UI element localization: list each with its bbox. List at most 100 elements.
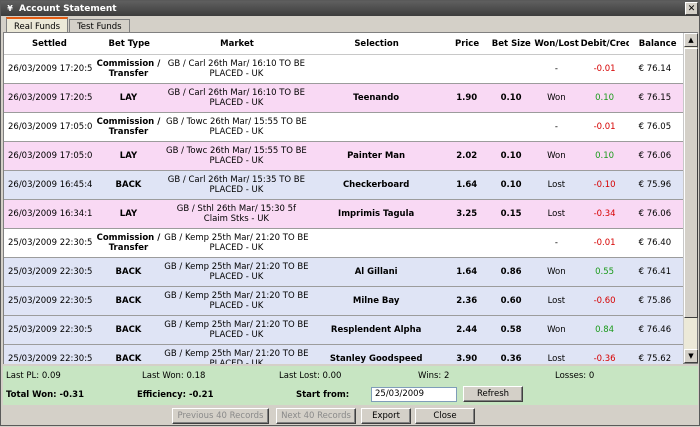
cell-price: 2.44: [456, 325, 478, 335]
last-pl: Last PL: 0.09: [6, 371, 61, 381]
cell-bet-size: 0.15: [500, 209, 522, 219]
table-row[interactable]: 25/03/2009 22:30:59 BACK GB / Kemp 25th Ma…: [4, 258, 683, 287]
cell-selection: Milne Bay: [352, 296, 400, 306]
cell-price: 3.25: [456, 209, 478, 219]
cell-bet-type: BACK: [115, 267, 142, 277]
cell-bet-type: Commission / Transfer: [96, 233, 161, 253]
table-row[interactable]: 26/03/2009 16:34:10 LAY GB / Sthl 26th Mar…: [4, 200, 683, 229]
cell-bet-type: Commission / Transfer: [96, 117, 161, 137]
cell-price: 1.64: [456, 180, 478, 190]
cell-debit-credit: -0.36: [593, 354, 616, 364]
cell-won-lost: -: [554, 64, 558, 74]
table-body: 26/03/2009 17:20:56 Commission / Transfer…: [4, 55, 683, 364]
cell-settled: 26/03/2009 17:20:56: [8, 64, 93, 74]
account-statement-window: ¥ Account Statement ✕ Real Funds Test Fu…: [0, 0, 700, 426]
cell-market: GB / Sthl 26th Mar/ 15:30 5f Claim Stks …: [176, 204, 297, 224]
cell-won-lost: Lost: [547, 354, 566, 364]
cell-bet-size: 0.10: [500, 151, 522, 161]
cell-won-lost: Won: [547, 151, 566, 161]
table-row[interactable]: 25/03/2009 22:30:59 BACK GB / Kemp 25th Ma…: [4, 287, 683, 316]
cell-debit-credit: 0.10: [595, 151, 615, 161]
scroll-thumb[interactable]: [684, 48, 698, 318]
window-title: Account Statement: [19, 3, 117, 14]
table-row[interactable]: 26/03/2009 17:05:06 Commission / Transfer…: [4, 113, 683, 142]
col-bet-type[interactable]: Bet Type: [94, 39, 165, 49]
cell-debit-credit: -0.01: [593, 238, 616, 248]
previous-records-button[interactable]: Previous 40 Records: [172, 408, 269, 424]
cell-bet-type: LAY: [119, 93, 138, 103]
summary-panel: Last PL: 0.09 Last Won: 0.18 Last Lost: …: [3, 366, 698, 405]
tab-real-funds[interactable]: Real Funds: [6, 17, 69, 33]
cell-bet-size: 0.58: [500, 325, 522, 335]
table-row[interactable]: 25/03/2009 22:30:59 BACK GB / Kemp 25th Ma…: [4, 316, 683, 345]
cell-debit-credit: 0.55: [595, 267, 615, 277]
cell-market: GB / Kemp 25th Mar/ 21:20 TO BE PLACED -…: [164, 233, 309, 253]
cell-settled: 26/03/2009 17:05:06: [8, 122, 93, 132]
cell-debit-credit: -0.60: [593, 296, 616, 306]
cell-balance: € 75.86: [638, 296, 672, 306]
tab-test-funds[interactable]: Test Funds: [69, 19, 130, 33]
col-settled[interactable]: Settled: [4, 39, 94, 49]
cell-settled: 25/03/2009 22:30:59: [8, 354, 93, 364]
refresh-button[interactable]: Refresh: [463, 386, 523, 402]
cell-balance: € 76.41: [638, 267, 672, 277]
cell-debit-credit: 0.84: [595, 325, 615, 335]
cell-balance: € 76.14: [638, 64, 672, 74]
cell-balance: € 75.96: [638, 180, 672, 190]
cell-market: GB / Towc 26th Mar/ 15:55 TO BE PLACED -…: [166, 146, 307, 166]
col-price[interactable]: Price: [444, 39, 490, 49]
start-date-field[interactable]: 25/03/2009: [371, 387, 457, 402]
cell-bet-type: BACK: [115, 296, 142, 306]
scroll-down-icon[interactable]: ▼: [684, 349, 698, 363]
table-row[interactable]: 26/03/2009 17:20:56 LAY GB / Carl 26th Mar…: [4, 84, 683, 113]
cell-bet-type: LAY: [119, 151, 138, 161]
cell-won-lost: Lost: [547, 180, 566, 190]
cell-settled: 25/03/2009 22:30:59: [8, 238, 93, 248]
cell-selection: Checkerboard: [342, 180, 410, 190]
export-button[interactable]: Export: [361, 408, 411, 424]
cell-bet-type: BACK: [115, 180, 142, 190]
cell-won-lost: Won: [547, 325, 566, 335]
cell-settled: 26/03/2009 16:34:10: [8, 209, 93, 219]
table-row[interactable]: 26/03/2009 17:05:06 LAY GB / Towc 26th Mar…: [4, 142, 683, 171]
cell-debit-credit: -0.01: [593, 64, 616, 74]
table-header: Settled Bet Type Market Selection Price …: [4, 33, 683, 55]
col-won-lost[interactable]: Won/Lost: [532, 39, 580, 49]
cell-settled: 25/03/2009 22:30:59: [8, 296, 93, 306]
col-debit-credit[interactable]: Debit/Credit: [581, 39, 629, 49]
cell-market: GB / Carl 26th Mar/ 16:10 TO BE PLACED -…: [167, 88, 306, 108]
cell-market: GB / Kemp 25th Mar/ 21:20 TO BE PLACED -…: [164, 262, 309, 282]
cell-balance: € 76.40: [638, 238, 672, 248]
table-row[interactable]: 25/03/2009 22:30:59 BACK GB / Kemp 25th Ma…: [4, 345, 683, 364]
cell-balance: € 76.06: [638, 209, 672, 219]
table-row[interactable]: 25/03/2009 22:30:59 Commission / Transfer…: [4, 229, 683, 258]
cell-won-lost: -: [554, 122, 558, 132]
vertical-scrollbar[interactable]: ▲ ▼: [683, 33, 698, 363]
cell-bet-size: 0.86: [500, 267, 522, 277]
cell-market: GB / Kemp 25th Mar/ 21:20 TO BE PLACED -…: [164, 291, 309, 311]
funds-tabs: Real Funds Test Funds: [6, 17, 131, 33]
col-bet-size[interactable]: Bet Size: [490, 39, 532, 49]
cell-debit-credit: -0.01: [593, 122, 616, 132]
cell-bet-type: LAY: [119, 209, 138, 219]
efficiency: Efficiency: -0.21: [137, 390, 214, 400]
chevron-down-icon[interactable]: ¥: [4, 4, 16, 13]
next-records-button[interactable]: Next 40 Records: [276, 408, 356, 424]
close-button[interactable]: Close: [415, 408, 475, 424]
start-from-label: Start from:: [296, 390, 350, 400]
cell-balance: € 76.15: [638, 93, 672, 103]
close-window-button[interactable]: ✕: [685, 2, 698, 15]
cell-selection: Teenando: [353, 93, 400, 103]
statement-table: Settled Bet Type Market Selection Price …: [3, 32, 698, 364]
cell-bet-size: 0.10: [500, 93, 522, 103]
cell-won-lost: Lost: [547, 296, 566, 306]
cell-market: GB / Towc 26th Mar/ 15:55 TO BE PLACED -…: [166, 117, 307, 137]
col-selection[interactable]: Selection: [309, 39, 444, 49]
table-row[interactable]: 26/03/2009 17:20:56 Commission / Transfer…: [4, 55, 683, 84]
col-balance[interactable]: Balance: [629, 39, 683, 49]
table-row[interactable]: 26/03/2009 16:45:47 BACK GB / Carl 26th Ma…: [4, 171, 683, 200]
cell-price: 2.02: [456, 151, 478, 161]
col-market[interactable]: Market: [165, 39, 309, 49]
scroll-up-icon[interactable]: ▲: [684, 33, 698, 47]
cell-won-lost: Lost: [547, 209, 566, 219]
